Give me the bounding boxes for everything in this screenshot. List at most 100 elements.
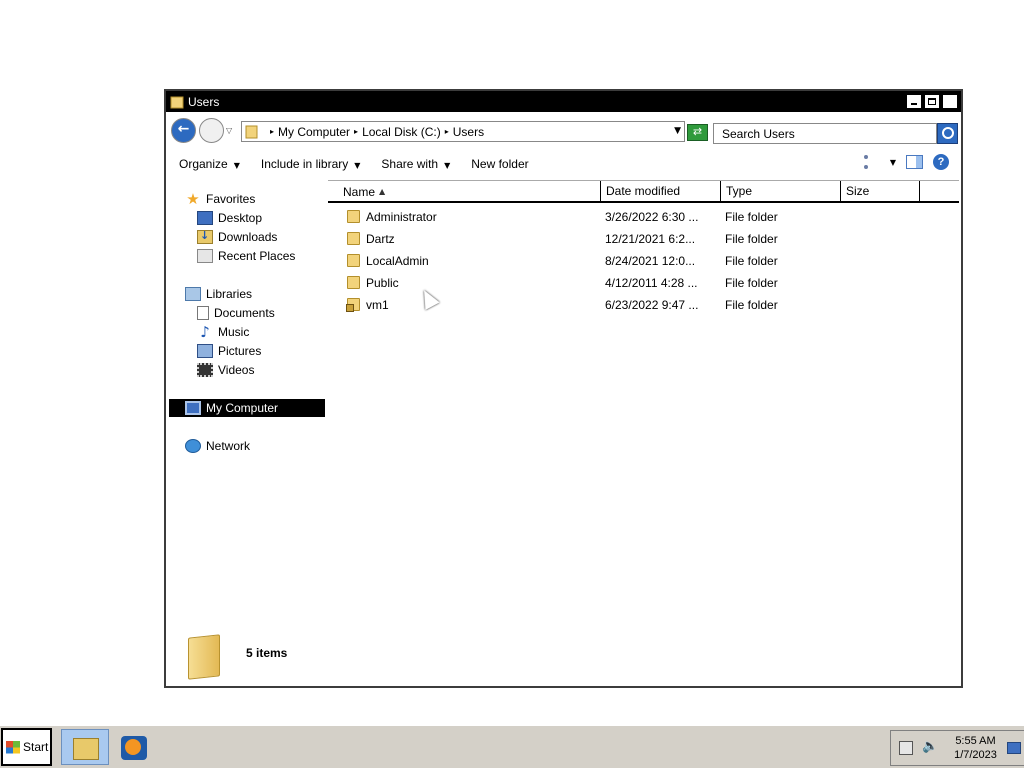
file-date: 4/12/2011 4:28 ... <box>605 276 698 290</box>
view-options-icon[interactable] <box>863 155 880 169</box>
nav-item-recent-places[interactable]: Recent Places <box>197 247 295 265</box>
nav-label: Libraries <box>206 287 253 301</box>
navigation-pane: ★ Favorites Desktop Downloads Recent Pla… <box>166 180 326 686</box>
chevron-down-icon: ▼ <box>233 161 240 170</box>
breadcrumb-my-computer[interactable]: My Computer <box>278 125 350 139</box>
breadcrumb-users[interactable]: Users <box>453 125 484 139</box>
desktop-icon <box>197 211 213 225</box>
videos-icon <box>197 363 213 377</box>
file-type: File folder <box>725 298 778 312</box>
taskbar-media-player-button[interactable] <box>121 736 147 760</box>
folder-icon <box>347 232 360 245</box>
nav-label: Desktop <box>218 211 263 225</box>
nav-item-network[interactable]: Network <box>185 437 250 455</box>
column-header-extra[interactable] <box>919 181 959 202</box>
taskbar: Start 🔈 5:55 AM 1/7/2023 <box>0 725 1024 768</box>
folder-icon <box>347 254 360 267</box>
column-header-size[interactable]: Size <box>840 181 919 202</box>
breadcrumb-local-disk[interactable]: Local Disk (C:) <box>362 125 441 139</box>
start-label: Start <box>23 740 49 754</box>
file-row-administrator[interactable]: Administrator 3/26/2022 6:30 ... File fo… <box>328 206 959 228</box>
volume-icon[interactable]: 🔈 <box>922 739 938 754</box>
details-pane: 5 items <box>184 634 384 681</box>
nav-item-libraries[interactable]: Libraries <box>185 285 252 303</box>
file-date: 12/21/2021 6:2... <box>605 232 696 246</box>
refresh-button[interactable] <box>687 124 708 141</box>
nav-item-desktop[interactable]: Desktop <box>197 209 262 227</box>
column-header-date-modified[interactable]: Date modified <box>600 181 720 202</box>
file-name: Public <box>366 276 399 290</box>
column-header-name[interactable]: Name ▲ <box>338 181 600 202</box>
chevron-right-icon[interactable]: ▸ <box>270 127 274 136</box>
item-count: 5 items <box>246 646 288 660</box>
downloads-icon <box>197 229 213 244</box>
preview-pane-icon[interactable] <box>906 155 923 169</box>
nav-item-videos[interactable]: Videos <box>197 361 254 379</box>
address-row: ▽ ▸ My Computer ▸ Local Disk (C:) ▸ User… <box>166 114 961 148</box>
address-dropdown-icon[interactable]: ▼ <box>674 126 681 136</box>
column-headers: Name ▲ Date modified Type Size <box>328 180 959 203</box>
new-folder-button[interactable]: New folder <box>471 157 528 171</box>
search-icon[interactable] <box>937 123 958 144</box>
nav-label: Videos <box>218 363 255 377</box>
folder-icon <box>347 276 360 289</box>
help-icon[interactable]: ? <box>933 154 949 170</box>
nav-item-documents[interactable]: Documents <box>197 304 275 322</box>
nav-label: Favorites <box>206 192 256 206</box>
show-desktop-icon[interactable] <box>1007 742 1021 754</box>
organize-button[interactable]: Organize ▼ <box>179 157 240 171</box>
file-row-localadmin[interactable]: LocalAdmin 8/24/2021 12:0... File folder <box>328 250 959 272</box>
folder-icon <box>170 96 184 108</box>
chevron-down-icon[interactable]: ▼ <box>890 158 896 167</box>
system-tray: 🔈 5:55 AM 1/7/2023 <box>890 730 1024 766</box>
recent-places-icon <box>197 249 213 263</box>
include-in-library-button[interactable]: Include in library ▼ <box>261 157 361 171</box>
nav-item-downloads[interactable]: Downloads <box>197 228 277 246</box>
recent-pages-dropdown[interactable]: ▽ <box>226 126 232 135</box>
minimize-button[interactable] <box>906 94 922 109</box>
chevron-right-icon[interactable]: ▸ <box>354 127 358 136</box>
close-button[interactable]: ✕ <box>942 94 958 109</box>
nav-item-favorites[interactable]: ★ Favorites <box>185 190 255 208</box>
document-icon <box>197 306 209 320</box>
file-name: Administrator <box>366 210 437 224</box>
share-with-button[interactable]: Share with ▼ <box>381 157 450 171</box>
sort-ascending-icon: ▲ <box>379 187 386 196</box>
address-bar[interactable]: ▸ My Computer ▸ Local Disk (C:) ▸ Users … <box>241 121 685 142</box>
nav-item-music[interactable]: ♪ Music <box>197 323 249 341</box>
forward-button[interactable] <box>199 118 224 143</box>
file-type: File folder <box>725 254 778 268</box>
file-type: File folder <box>725 276 778 290</box>
nav-label: Network <box>206 439 251 453</box>
file-row-dartz[interactable]: Dartz 12/21/2021 6:2... File folder <box>328 228 959 250</box>
column-label: Name <box>343 185 376 199</box>
chevron-down-icon: ▼ <box>444 161 451 170</box>
nav-label: Music <box>218 325 250 339</box>
explorer-window: Users ✕ ▽ ▸ My Computer ▸ Local Disk (C:… <box>164 89 963 688</box>
file-name: vm1 <box>366 298 389 312</box>
nav-label: Recent Places <box>218 249 296 263</box>
file-list: Name ▲ Date modified Type Size Administra… <box>328 180 959 620</box>
libraries-icon <box>185 287 201 301</box>
nav-item-pictures[interactable]: Pictures <box>197 342 261 360</box>
music-icon: ♪ <box>200 323 210 341</box>
network-status-icon[interactable] <box>899 741 913 755</box>
file-type: File folder <box>725 232 778 246</box>
taskbar-explorer-button[interactable] <box>61 729 109 765</box>
back-button[interactable] <box>171 118 196 143</box>
folder-icon <box>347 210 360 223</box>
file-name: LocalAdmin <box>366 254 429 268</box>
column-header-type[interactable]: Type <box>720 181 840 202</box>
title-bar[interactable]: Users ✕ <box>166 91 961 112</box>
chevron-right-icon[interactable]: ▸ <box>445 127 449 136</box>
command-bar: Organize ▼ Include in library ▼ Share with… <box>166 150 961 178</box>
clock[interactable]: 5:55 AM 1/7/2023 <box>948 734 1003 762</box>
computer-icon <box>185 401 201 415</box>
start-button[interactable]: Start <box>1 728 52 766</box>
search-input[interactable]: Search Users <box>713 123 937 144</box>
star-icon: ★ <box>186 190 200 208</box>
nav-label: Pictures <box>218 344 262 358</box>
nav-label: My Computer <box>206 401 279 415</box>
nav-item-my-computer[interactable]: My Computer <box>169 399 325 417</box>
maximize-button[interactable] <box>924 94 940 109</box>
